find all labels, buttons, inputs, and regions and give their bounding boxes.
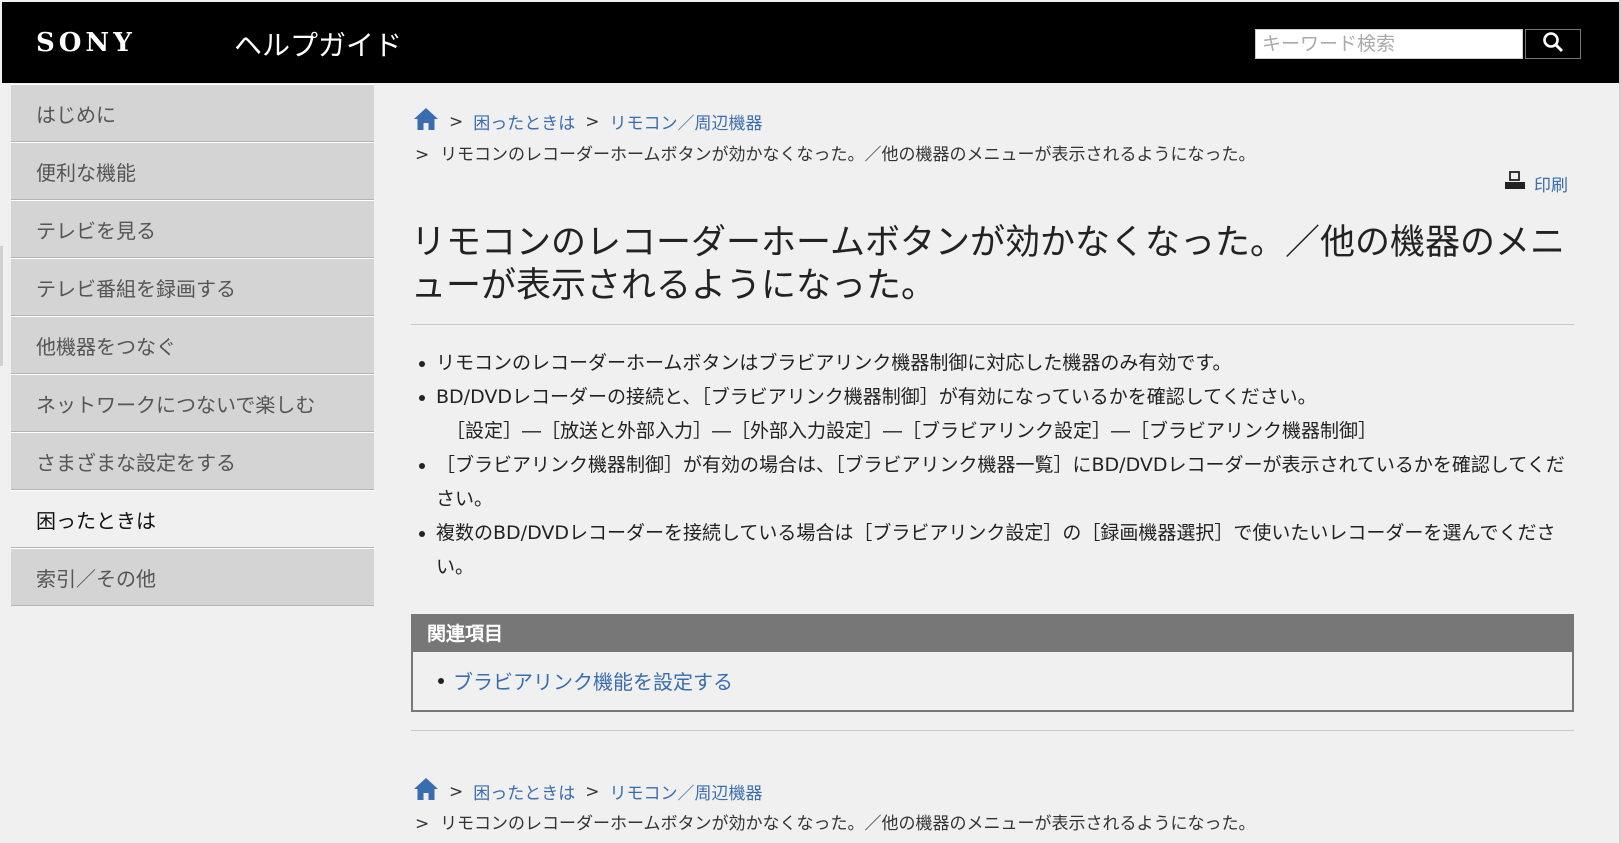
breadcrumb-remote[interactable]: リモコン／周辺機器	[610, 109, 763, 134]
list-item-text: 複数のBD/DVDレコーダーを接続している場合は［ブラビアリンク設定］の［録画機…	[436, 522, 1556, 578]
breadcrumb: > 困ったときは > リモコン／周辺機器	[413, 106, 763, 137]
breadcrumb-troubleshoot[interactable]: 困ったときは	[473, 779, 575, 804]
breadcrumb-current-label: リモコンのレコーダーホームボタンが効かなくなった。／他の機器のメニューが表示され…	[440, 814, 1256, 834]
search-button[interactable]	[1525, 29, 1581, 59]
related-item: ブラビアリンク機能を設定する	[413, 666, 1572, 695]
list-item-text: リモコンのレコーダーホームボタンはブラビアリンク機器制御に対応した機器のみ有効で…	[436, 352, 1232, 374]
page-title: リモコンのレコーダーホームボタンが効かなくなった。／他の機器のメニューが表示され…	[411, 223, 1565, 306]
print-button[interactable]: 印刷	[1504, 171, 1568, 196]
sidebar-item-benri[interactable]: 便利な機能	[11, 142, 374, 200]
related-heading: 関連項目	[413, 616, 1572, 652]
list-item: ［ブラビアリンク機器制御］が有効の場合は、［ブラビアリンク機器一覧］にBD/DV…	[419, 448, 1569, 516]
sidebar-nav: はじめに 便利な機能 テレビを見る テレビ番組を録画する 他機器をつなぐ ネット…	[11, 84, 374, 606]
home-icon[interactable]	[413, 776, 439, 807]
list-item-text: BD/DVDレコーダーの接続と、［ブラビアリンク機器制御］が有効になっているかを…	[436, 386, 1317, 408]
sidebar-item-record[interactable]: テレビ番組を録画する	[11, 258, 374, 316]
sidebar-item-hajimeni[interactable]: はじめに	[11, 84, 374, 142]
list-item-text: ［ブラビアリンク機器制御］が有効の場合は、［ブラビアリンク機器一覧］にBD/DV…	[436, 454, 1565, 510]
list-item: BD/DVDレコーダーの接続と、［ブラビアリンク機器制御］が有効になっているかを…	[419, 380, 1569, 448]
answer-list: リモコンのレコーダーホームボタンはブラビアリンク機器制御に対応した機器のみ有効で…	[419, 346, 1569, 584]
settings-path: ［設定］―［放送と外部入力］―［外部入力設定］―［ブラビアリンク設定］―［ブラビ…	[446, 420, 1378, 442]
footer-divider	[411, 730, 1574, 731]
printer-icon	[1504, 171, 1526, 196]
sidebar-item-tv[interactable]: テレビを見る	[11, 200, 374, 258]
breadcrumb-separator: >	[449, 781, 464, 802]
sony-logo[interactable]: SONY	[36, 28, 136, 58]
breadcrumb-current-label: リモコンのレコーダーホームボタンが効かなくなった。／他の機器のメニューが表示され…	[440, 145, 1256, 165]
breadcrumb-bottom: > 困ったときは > リモコン／周辺機器	[413, 776, 763, 807]
breadcrumb-current: > リモコンのレコーダーホームボタンが効かなくなった。／他の機器のメニューが表示…	[415, 140, 1256, 165]
site-header: SONY ヘルプガイド	[2, 2, 1621, 83]
breadcrumb-current-bottom: > リモコンのレコーダーホームボタンが効かなくなった。／他の機器のメニューが表示…	[415, 809, 1256, 834]
search-input[interactable]	[1255, 29, 1523, 59]
site-title[interactable]: ヘルプガイド	[234, 24, 402, 64]
scroll-indicator	[0, 246, 3, 366]
sidebar-item-settings[interactable]: さまざまな設定をする	[11, 432, 374, 490]
sidebar-item-index[interactable]: 索引／その他	[11, 548, 374, 606]
list-item: 複数のBD/DVDレコーダーを接続している場合は［ブラビアリンク設定］の［録画機…	[419, 516, 1569, 584]
sidebar-item-connect[interactable]: 他機器をつなぐ	[11, 316, 374, 374]
related-list: ブラビアリンク機能を設定する	[413, 666, 1572, 695]
search-bar	[1255, 29, 1581, 59]
breadcrumb-remote[interactable]: リモコン／周辺機器	[610, 779, 763, 804]
search-icon	[1542, 31, 1564, 57]
breadcrumb-separator: >	[415, 814, 430, 834]
footer-breadcrumb-area: > 困ったときは > リモコン／周辺機器 > リモコンのレコーダーホームボタンが…	[411, 759, 1574, 839]
list-item: リモコンのレコーダーホームボタンはブラビアリンク機器制御に対応した機器のみ有効で…	[419, 346, 1569, 380]
sidebar-item-troubleshoot[interactable]: 困ったときは	[11, 490, 374, 548]
title-divider	[411, 324, 1574, 325]
home-icon[interactable]	[413, 106, 439, 137]
breadcrumb-separator: >	[585, 781, 600, 802]
related-topics: 関連項目 ブラビアリンク機能を設定する	[411, 614, 1574, 712]
breadcrumb-separator: >	[415, 145, 430, 165]
sidebar-item-network[interactable]: ネットワークにつないで楽しむ	[11, 374, 374, 432]
breadcrumb-troubleshoot[interactable]: 困ったときは	[473, 109, 575, 134]
related-link-bravia-link[interactable]: ブラビアリンク機能を設定する	[453, 670, 733, 694]
breadcrumb-separator: >	[585, 111, 600, 132]
print-label: 印刷	[1534, 176, 1568, 196]
breadcrumb-separator: >	[449, 111, 464, 132]
